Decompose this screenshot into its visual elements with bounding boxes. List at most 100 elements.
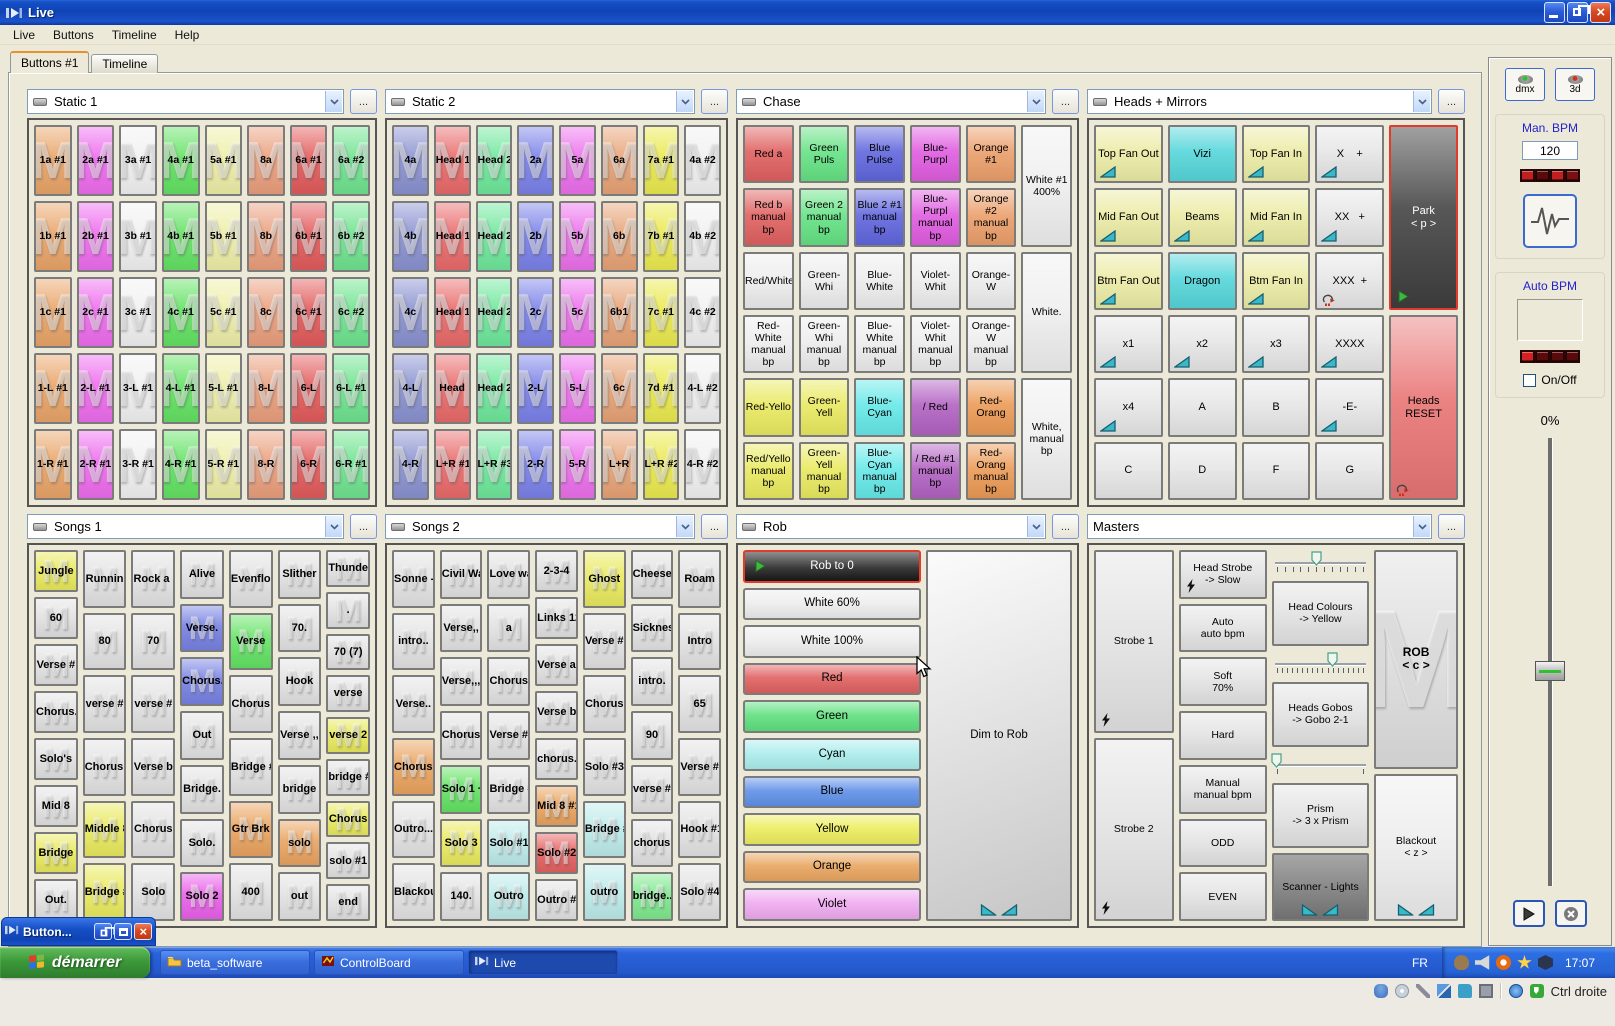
panel-button[interactable]: MHead 2 (476, 201, 513, 272)
panel-button[interactable]: M3-L #1 (119, 353, 157, 424)
panel-button[interactable]: M70 (131, 613, 175, 671)
panel-button[interactable]: Mend (326, 884, 370, 921)
close-button[interactable]: × (1590, 2, 1611, 23)
panel-button[interactable]: MLinks 12 (535, 597, 578, 639)
panel-button[interactable]: Mchorus (631, 819, 674, 868)
panel-button[interactable]: MRock a H (131, 550, 175, 608)
panel-button[interactable]: M5a #1 (205, 125, 243, 196)
chevron-down-icon[interactable] (1027, 91, 1044, 112)
panel-button[interactable]: Mbridge # (326, 759, 370, 796)
panel-combobox[interactable]: Static 2 (385, 89, 695, 114)
panel-button[interactable]: MSonne - (392, 550, 435, 608)
restore-button[interactable] (1567, 2, 1588, 23)
panel-button[interactable]: Beams (1168, 188, 1237, 246)
panel-button[interactable]: Violet-Whit (910, 252, 961, 310)
panel-button[interactable]: x2 (1168, 315, 1237, 373)
panel-button[interactable]: Blue-White (854, 252, 905, 310)
panel-button[interactable]: MSlither (278, 550, 322, 599)
volume-tray-icon[interactable] (1475, 955, 1490, 970)
panel-button[interactable]: M7a #1 (643, 125, 680, 196)
panel-button[interactable]: Blue 2 #1 manual bp (854, 188, 905, 246)
panel-button[interactable]: Blue Pulse (854, 125, 905, 183)
panel-button[interactable]: Btm Fan In (1242, 252, 1311, 310)
panel-button[interactable]: M1a #1 (34, 125, 72, 196)
tab-timeline[interactable]: Timeline (91, 54, 158, 73)
panel-button[interactable]: M7b #1 (643, 201, 680, 272)
mini-slider[interactable] (1272, 752, 1369, 778)
panel-button[interactable]: M4-R (392, 429, 429, 500)
panel-button[interactable]: M4a #1 (162, 125, 200, 196)
panel-button[interactable]: MSolo #4 (678, 863, 721, 921)
shared-folder-icon[interactable] (1458, 984, 1472, 998)
panel-button[interactable]: MCivil Wa (440, 550, 483, 599)
bpm-input[interactable] (1522, 141, 1578, 160)
panel-button[interactable]: Blue-Cyan manual bp (854, 442, 905, 500)
panel-button[interactable]: MVerse # (34, 644, 78, 686)
panel-button[interactable]: MHead 2 (476, 277, 513, 348)
chevron-down-icon[interactable] (1413, 516, 1430, 537)
panel-button[interactable]: M4c #1 (162, 277, 200, 348)
panel-button[interactable]: MSolo #1 (487, 819, 530, 868)
panel-button[interactable]: MMid 8 (34, 785, 78, 827)
panel-button[interactable]: M80 (83, 613, 127, 671)
mini-slider[interactable] (1272, 651, 1369, 677)
panel-button[interactable]: Blue-White manual bp (854, 315, 905, 373)
minimize-button[interactable] (1544, 2, 1565, 23)
panel-button[interactable]: X + (1315, 125, 1384, 183)
panel-combobox[interactable]: Songs 1 (27, 514, 344, 539)
panel-button[interactable]: M5-R #1 (205, 429, 243, 500)
panel-options-button[interactable]: ... (350, 514, 377, 539)
panel-button[interactable]: M4c #2 (684, 277, 721, 348)
package-tray-icon[interactable] (1538, 955, 1553, 970)
panel-button[interactable]: Mbridge (278, 765, 322, 814)
panel-button[interactable]: Violet-Whit manual bp (910, 315, 961, 373)
panel-button[interactable]: MGtr Brk (229, 801, 273, 859)
panel-button[interactable]: M6a #1 (290, 125, 328, 196)
panel-button[interactable]: MHead 1 (434, 201, 471, 272)
panel-button[interactable]: MSolo's (34, 738, 78, 780)
panel-button[interactable]: MVerse (229, 613, 273, 671)
panel-button[interactable]: M4b #2 (684, 201, 721, 272)
panel-button[interactable]: MVerse b (131, 738, 175, 796)
play-button[interactable] (1513, 900, 1545, 927)
mini-close-button[interactable]: × (134, 923, 152, 940)
slider-handle[interactable] (1271, 753, 1282, 771)
panel-button[interactable]: M4a #2 (684, 125, 721, 196)
panel-button[interactable]: M8b (247, 201, 285, 272)
panel-button[interactable]: MBridge # (583, 801, 626, 859)
panel-button[interactable]: MVerse,,, (440, 657, 483, 706)
chevron-down-icon[interactable] (676, 516, 693, 537)
panel-button[interactable]: M6a #2 (332, 125, 370, 196)
menu-item-live[interactable]: Live (4, 26, 44, 44)
panel-button[interactable]: Red a (743, 125, 794, 183)
panel-button[interactable]: M2c #1 (77, 277, 115, 348)
panel-button[interactable]: M5-R (559, 429, 596, 500)
panel-button[interactable]: MVerse # (583, 613, 626, 671)
panel-button[interactable]: C (1094, 442, 1163, 500)
panel-button[interactable]: White 100% (743, 625, 921, 658)
panel-button[interactable]: MOutro... (392, 801, 435, 859)
panel-button[interactable]: MEvenflo (229, 550, 273, 608)
network-globe-icon[interactable] (1509, 984, 1523, 998)
panel-button[interactable]: Blackout < z > (1374, 774, 1458, 921)
panel-button[interactable]: M6c (601, 353, 638, 424)
language-indicator[interactable]: FR (1398, 956, 1442, 970)
panel-button[interactable]: M6b #2 (332, 201, 370, 272)
panel-button[interactable]: Scanner - Lights (1272, 853, 1369, 921)
panel-button[interactable]: M7c #1 (643, 277, 680, 348)
stop-close-button[interactable] (1555, 900, 1587, 927)
panel-button[interactable]: M4-R #1 (162, 429, 200, 500)
panel-button[interactable]: Red-White manual bp (743, 315, 794, 373)
panel-button[interactable]: M6c #1 (290, 277, 328, 348)
panel-button[interactable]: -E- (1315, 378, 1384, 436)
panel-button[interactable]: Mverse (326, 675, 370, 712)
panel-button[interactable]: Mverse # (83, 675, 127, 733)
minimized-window-titlebar[interactable]: Button... × (1, 917, 156, 946)
panel-button[interactable]: White #1 400% (1021, 125, 1072, 247)
panel-button[interactable]: M2a (517, 125, 554, 196)
panel-button[interactable]: M3a #1 (119, 125, 157, 196)
panel-combobox[interactable]: Static 1 (27, 89, 344, 114)
panel-button[interactable]: M60 (34, 597, 78, 639)
panel-button[interactable]: MSolo 1 + (440, 765, 483, 814)
menu-item-buttons[interactable]: Buttons (44, 26, 103, 44)
